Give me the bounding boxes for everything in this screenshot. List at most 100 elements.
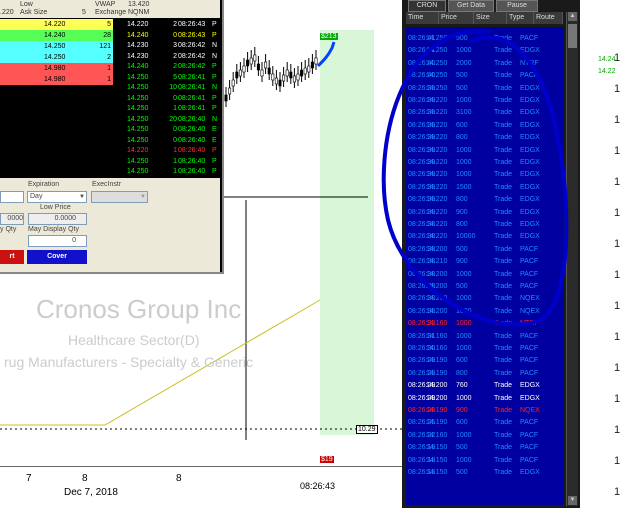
max-display-qty-label: May Display Qty xyxy=(28,226,79,233)
chevron-down-icon: ▼ xyxy=(140,194,146,200)
tab-symbol[interactable]: CRON xyxy=(408,0,446,12)
book-size: 121 xyxy=(99,43,111,50)
book-price: 14.250 xyxy=(44,43,66,50)
book-price: 14.240 xyxy=(44,32,66,39)
level2-header-field: Exchange xyxy=(95,9,127,16)
book-row[interactable]: 14.250 2 xyxy=(0,52,113,63)
quote-value: 1 xyxy=(614,331,621,343)
trade-row[interactable]: 08:26:29 14.200 760 Trade EDGX xyxy=(406,380,564,391)
candle-body xyxy=(282,74,286,82)
trade-row[interactable]: 08:26:22 14.160 1000 Trade PACF xyxy=(406,430,564,441)
quote-value: 1 xyxy=(614,269,621,281)
expiration-value: Day xyxy=(30,193,43,200)
level2-trade-row: 14.220 1 08:26:40 P xyxy=(127,147,217,154)
level2-trade-row: 14.250 1 08:26:40 P xyxy=(127,168,217,175)
candle-body xyxy=(285,69,289,77)
book-size: 1 xyxy=(107,65,111,72)
book-row[interactable]: 14.250 121 xyxy=(0,41,113,52)
level2-trade-row: 14.250 20 08:26:40 N xyxy=(127,115,218,123)
current-price-tag: 10.29 xyxy=(356,425,378,434)
mini-price: 14.22 xyxy=(598,68,616,75)
quote-value: 1 xyxy=(614,393,621,405)
trade-row[interactable]: 08:26:29 14.190 800 Trade PACF xyxy=(406,368,564,379)
level2-trade-row: 14.230 2 08:26:42 N xyxy=(127,52,218,60)
trade-row[interactable]: 08:26:19 14.150 500 Trade PACF xyxy=(406,442,564,453)
quote-value: 1 xyxy=(614,114,621,126)
order-entry-panel: Expiration ExecInstr Day ▼ ▼ Low Price 0… xyxy=(0,178,220,272)
candle-body xyxy=(235,71,239,79)
company-watermark: Cronos Group Inc xyxy=(36,294,242,324)
book-row[interactable]: 14.240 28 xyxy=(0,30,113,41)
x-tick: 8 xyxy=(176,473,182,484)
book-row[interactable]: 14.980 1 xyxy=(0,63,113,74)
x-axis: 7 8 8 Dec 7, 2018 08:26:43 xyxy=(0,466,402,507)
candle-body xyxy=(224,94,228,102)
qty-input[interactable]: 0000 xyxy=(0,213,24,225)
quote-value: 1 xyxy=(614,486,621,498)
book-size: 28 xyxy=(103,32,111,39)
quote-value: 1 xyxy=(614,145,621,157)
level2-trade-row: 14.240 0 08:26:43 P xyxy=(127,31,217,39)
expiration-select[interactable]: Day ▼ xyxy=(27,191,87,203)
trade-row[interactable]: 08:26:29 14.200 1000 Trade EDGX xyxy=(406,393,564,404)
quote-value: 1 xyxy=(614,300,621,312)
hand-drawn-ellipse xyxy=(381,29,569,327)
exec-instr-select[interactable]: ▼ xyxy=(91,191,148,203)
level2-trade-row: 14.250 1 08:26:41 P xyxy=(127,105,217,112)
candle-body xyxy=(246,59,250,67)
short-button[interactable]: rt xyxy=(0,250,24,264)
candle-body xyxy=(253,54,257,62)
book-size: 1 xyxy=(107,76,111,83)
level2-book: 14.220 5 14.240 28 14.250 121 14.250 2 14.980 1 14… xyxy=(0,19,113,179)
right-edge-panel: 1 1 1 1 1 1 1 1 1 1 1 1 1 1 1 14.24 14.22 xyxy=(590,0,625,521)
scroll-down-icon[interactable]: ▼ xyxy=(568,496,577,505)
x-tick: 7 xyxy=(26,473,32,484)
trade-row[interactable]: 08:26:29 14.190 600 Trade PACF xyxy=(406,355,564,366)
price-input[interactable] xyxy=(0,191,24,203)
quote-value: 1 xyxy=(614,238,621,250)
quote-value: 1 xyxy=(614,83,621,95)
candle-body xyxy=(271,73,275,81)
quote-value: 1 xyxy=(614,424,621,436)
level2-trade-row: 14.250 5 08:26:41 P xyxy=(127,73,217,81)
level2-trade-row: 14.220 2 08:26:43 P xyxy=(127,21,217,28)
level2-window[interactable]: Low VWAP 13.420 .220 Ask Size 5 Exchange NQNM 1… xyxy=(0,0,224,274)
candle-body xyxy=(314,57,318,65)
candle-body xyxy=(238,69,242,77)
book-size: 2 xyxy=(107,54,111,61)
trade-row[interactable]: 08:26:18 14.150 500 Trade EDGX xyxy=(406,467,564,478)
trade-row[interactable]: 08:26:25 14.190 600 Trade PACF xyxy=(406,417,564,428)
book-size: 5 xyxy=(107,21,111,28)
candle-body xyxy=(267,67,271,75)
candle-body xyxy=(292,75,296,83)
candle-body xyxy=(289,71,293,79)
candle-body xyxy=(300,69,304,77)
candle-body xyxy=(278,79,282,87)
book-row[interactable]: 14.980 1 xyxy=(0,74,113,85)
trade-row[interactable]: 08:26:28 14.190 900 Trade NQEX xyxy=(406,405,564,416)
level2-trade-row: 14.250 1 08:26:40 P xyxy=(127,157,217,165)
trade-row[interactable]: 08:26:18 14.150 1000 Trade PACF xyxy=(406,455,564,466)
chevron-down-icon: ▼ xyxy=(79,194,85,200)
candle-body xyxy=(303,67,307,75)
sector-watermark: Healthcare Sector(D) xyxy=(68,332,200,348)
candle-body xyxy=(296,73,300,81)
book-price: 14.250 xyxy=(44,54,66,61)
candle-body xyxy=(274,77,278,85)
level2-header: Low VWAP 13.420 .220 Ask Size 5 Exchange NQNM xyxy=(0,0,220,18)
get-data-button[interactable]: Get Data xyxy=(448,0,494,12)
level2-trades: 14.220 2 08:26:43 P 14.240 0 08:26:43 P 14.230 3 0… xyxy=(115,19,220,179)
level2-header-field: VWAP xyxy=(95,1,116,8)
time-label: 08:26:43 xyxy=(300,481,336,491)
level2-header-field: 5 xyxy=(82,9,86,16)
low-price-input[interactable]: 0.0000 xyxy=(28,213,87,225)
cover-button[interactable]: Cover xyxy=(27,250,87,264)
candle-body xyxy=(231,79,235,87)
max-display-qty-input[interactable]: 0 xyxy=(28,235,87,247)
level2-header-field: 13.420 xyxy=(128,1,150,8)
mini-price: 14.24 xyxy=(598,56,616,63)
pause-button[interactable]: Pause xyxy=(496,0,538,12)
level2-trade-row: 14.240 2 08:26:42 P xyxy=(127,63,217,70)
low-price-tag: $19 xyxy=(320,456,334,463)
book-row[interactable]: 14.220 5 xyxy=(0,19,113,30)
